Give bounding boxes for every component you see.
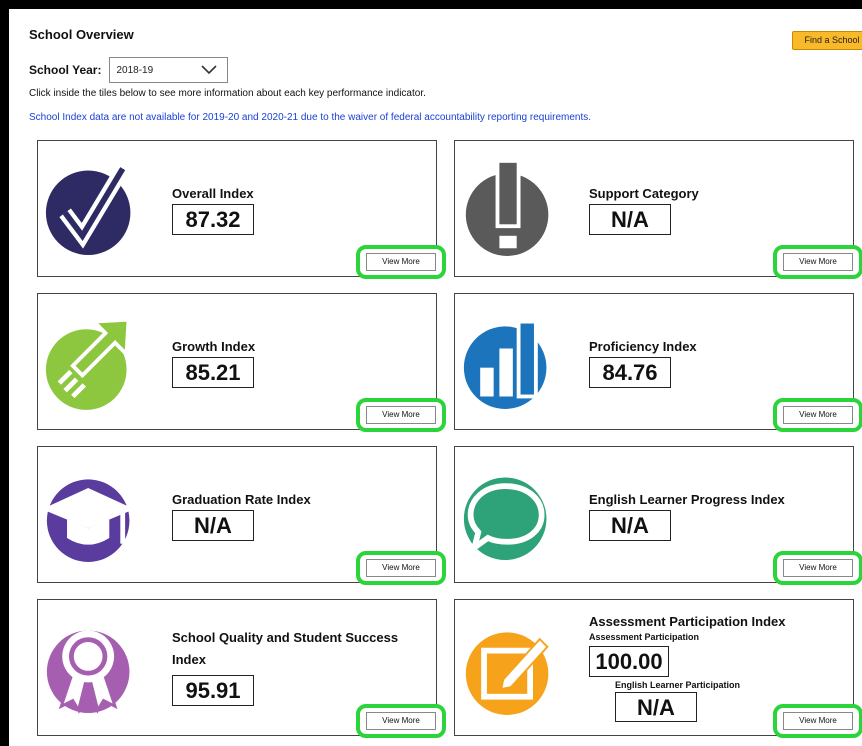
growth-arrow-icon xyxy=(45,317,131,410)
tile-sqss-index[interactable]: School Quality and Student Success Index… xyxy=(37,599,446,738)
tile-graduation-rate-index[interactable]: Graduation Rate Index N/A View More xyxy=(37,446,446,585)
school-year-row: School Year: 2018-19 xyxy=(29,57,229,83)
tile-assessment-participation-index[interactable]: Assessment Participation Index Assessmen… xyxy=(454,599,862,738)
view-more-button[interactable]: View More xyxy=(773,245,862,279)
bar-chart-icon xyxy=(463,319,547,409)
tile-growth-index[interactable]: Growth Index 85.21 View More xyxy=(37,293,446,432)
tile-title: Growth Index xyxy=(172,339,256,354)
tile-english-learner-progress-index[interactable]: English Learner Progress Index N/A View … xyxy=(454,446,862,585)
award-ribbon-icon xyxy=(46,630,130,714)
index-value: 87.32 xyxy=(172,204,254,235)
tile-title: Support Category xyxy=(589,186,699,201)
view-more-button[interactable]: View More xyxy=(356,551,446,585)
assessment-participation-label: Assessment Participation xyxy=(589,632,700,642)
index-value: 95.91 xyxy=(172,675,254,706)
chevron-down-icon xyxy=(201,65,218,75)
tile-support-category[interactable]: Support Category N/A View More xyxy=(454,140,862,279)
view-more-button[interactable]: View More xyxy=(773,398,862,432)
view-more-button[interactable]: View More xyxy=(356,245,446,279)
checkmark-icon xyxy=(45,164,131,255)
index-value: 84.76 xyxy=(589,357,671,388)
view-more-button[interactable]: View More xyxy=(773,551,862,585)
assessment-participation-value: 100.00 xyxy=(589,646,669,677)
tile-title: Assessment Participation Index xyxy=(589,614,786,629)
tile-title: English Learner Progress Index xyxy=(589,492,785,507)
index-value: N/A xyxy=(172,510,254,541)
school-overview-panel: School Overview Find a School School Yea… xyxy=(9,9,862,746)
school-year-value: 2018-19 xyxy=(116,65,154,76)
view-more-button[interactable]: View More xyxy=(356,704,446,738)
view-more-button[interactable]: View More xyxy=(773,704,862,738)
page-title: School Overview xyxy=(29,27,134,42)
index-value: N/A xyxy=(589,510,671,541)
english-learner-participation-label: English Learner Participation xyxy=(615,680,741,690)
speech-bubble-icon xyxy=(463,477,547,561)
graduation-cap-icon xyxy=(44,479,135,562)
find-school-button[interactable]: Find a School xyxy=(792,31,862,50)
school-year-select[interactable]: 2018-19 xyxy=(109,57,229,83)
tile-overall-index[interactable]: Overall Index 87.32 View More xyxy=(37,140,446,279)
index-value: 85.21 xyxy=(172,357,254,388)
english-learner-participation-value: N/A xyxy=(615,692,697,722)
tile-title: Graduation Rate Index xyxy=(172,492,311,507)
tile-proficiency-index[interactable]: Proficiency Index 84.76 View More xyxy=(454,293,862,432)
tile-title: School Quality and Student Success Index xyxy=(172,630,399,667)
edit-pencil-icon xyxy=(465,632,549,715)
index-value: N/A xyxy=(589,204,671,235)
school-year-label: School Year: xyxy=(29,63,102,77)
tile-title: Overall Index xyxy=(172,186,254,201)
tile-title: Proficiency Index xyxy=(589,339,697,354)
data-availability-notice: School Index data are not available for … xyxy=(29,112,592,123)
instructions-text: Click inside the tiles below to see more… xyxy=(29,88,426,99)
view-more-button[interactable]: View More xyxy=(356,398,446,432)
exclamation-icon xyxy=(465,159,549,256)
